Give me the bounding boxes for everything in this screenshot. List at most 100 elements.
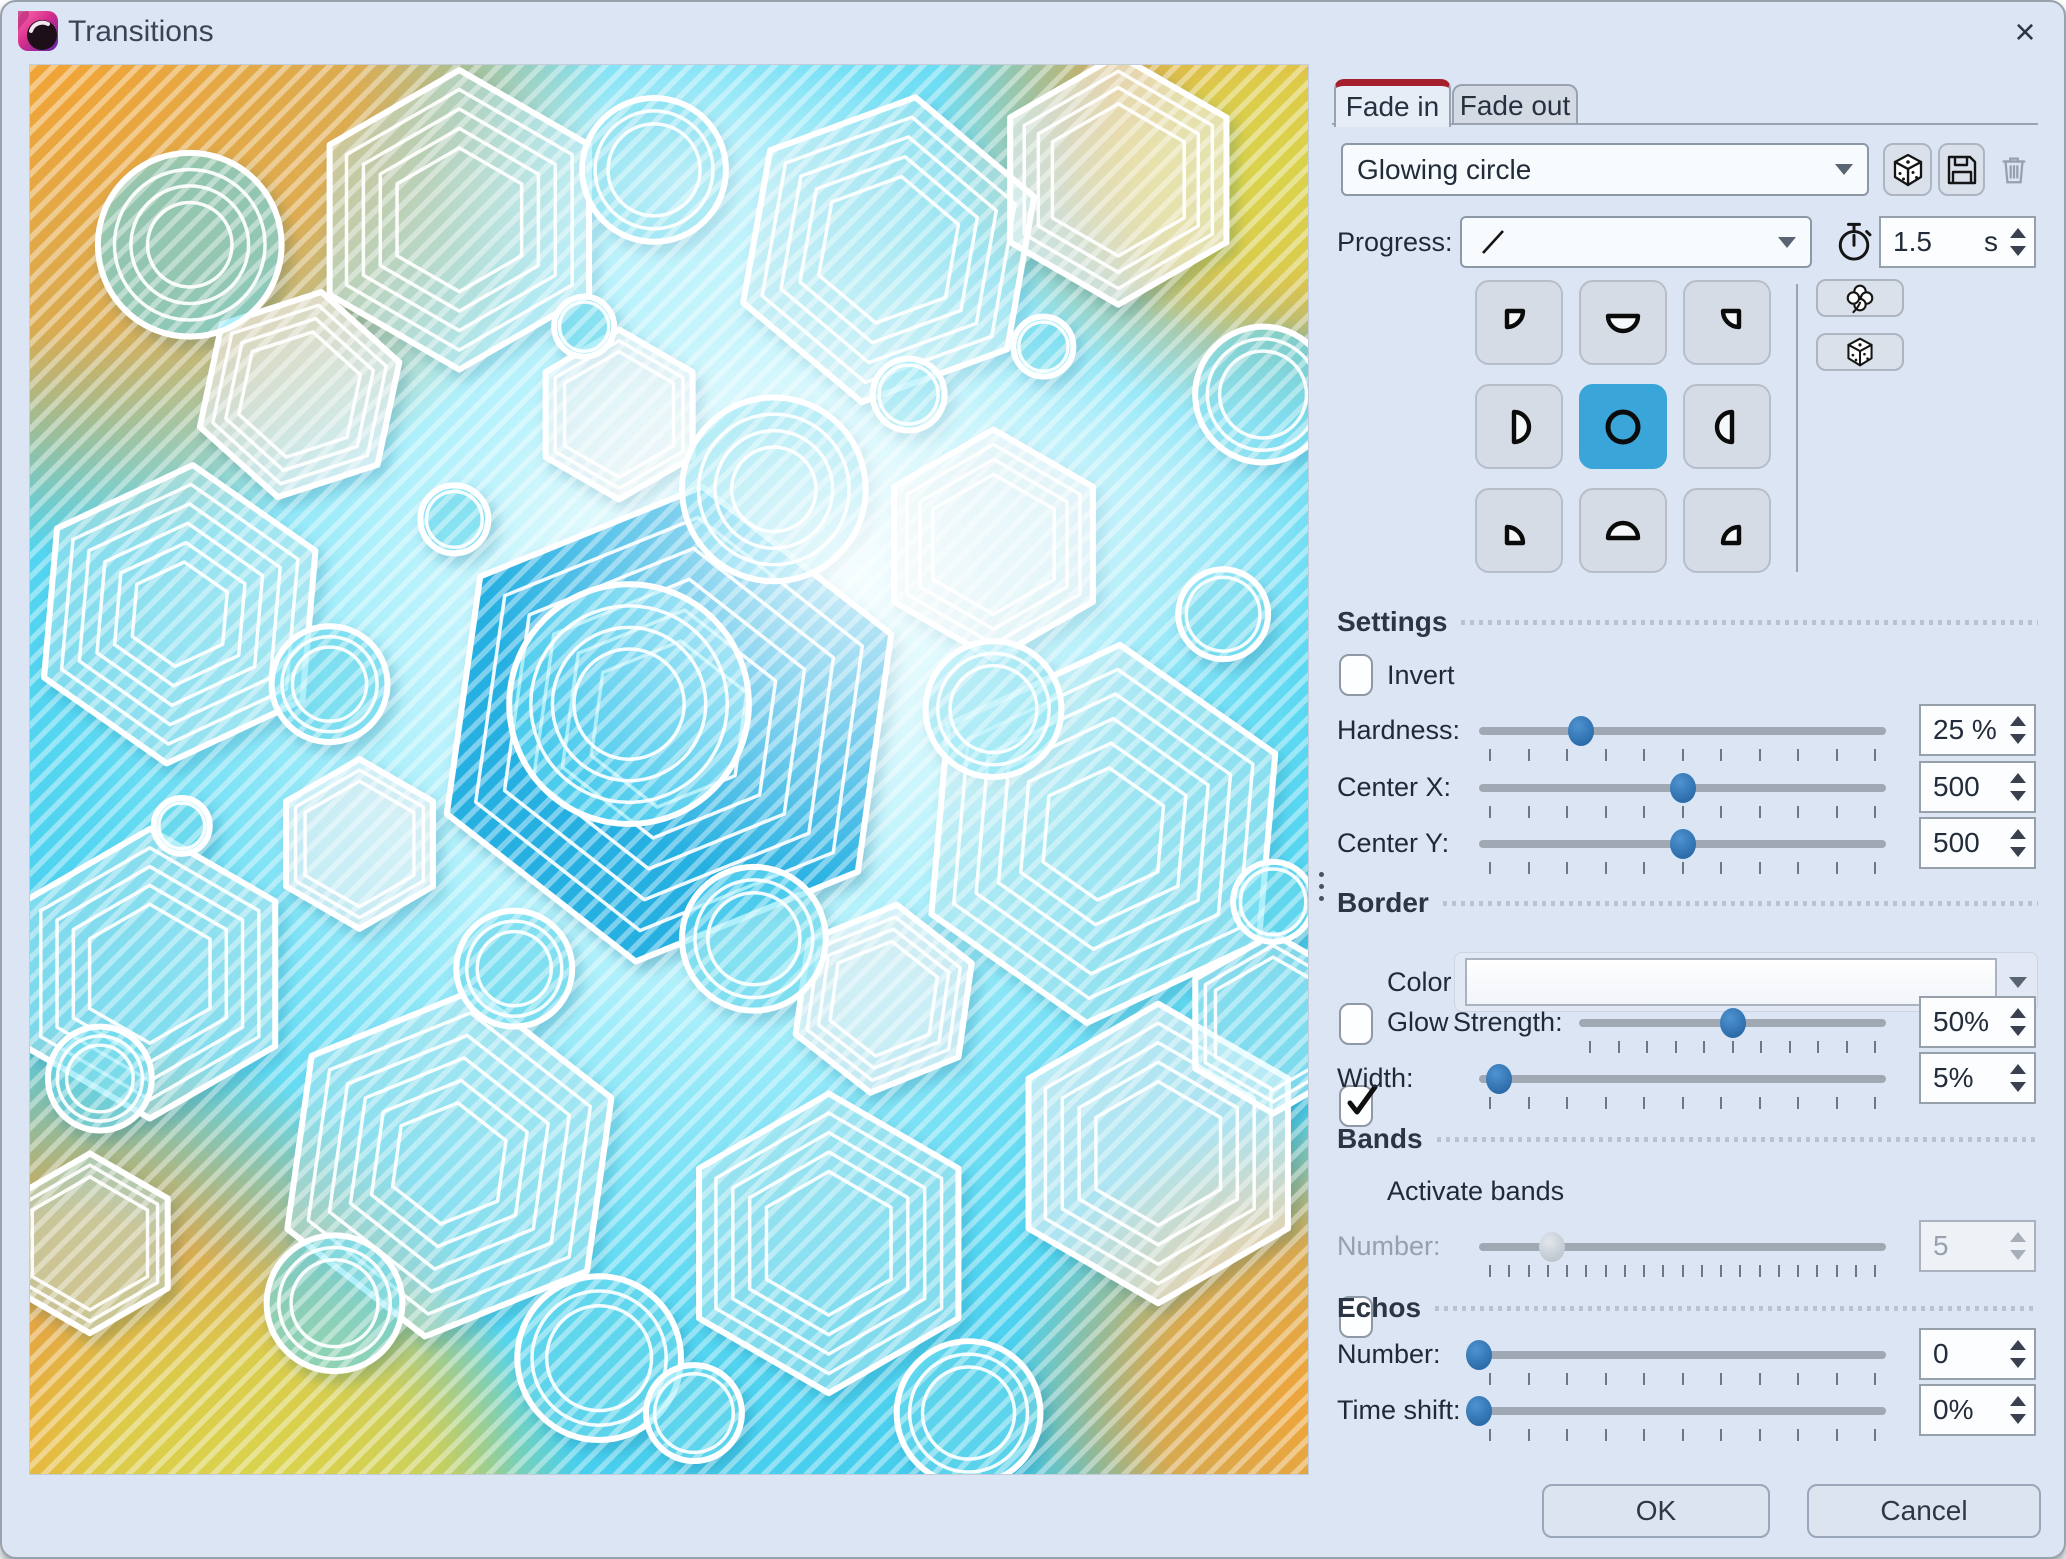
spin-up-icon[interactable]	[2010, 1008, 2026, 1018]
center-y-slider[interactable]	[1479, 829, 1886, 875]
duration-unit: s	[1984, 226, 1998, 257]
center-x-slider[interactable]	[1479, 773, 1886, 819]
preset-dropdown-value: Glowing circle	[1357, 153, 1532, 185]
echos-number-slider[interactable]	[1466, 1340, 1886, 1386]
border-width-value: 5%	[1933, 1062, 1974, 1093]
random-preset-button[interactable]	[1883, 143, 1932, 196]
bands-header: Bands	[1337, 1123, 2038, 1155]
slider-ticks	[1489, 749, 1876, 761]
tab-fade-out[interactable]: Fade out	[1452, 84, 1578, 125]
slider-ticks	[1489, 1265, 1876, 1277]
echos-header: Echos	[1337, 1292, 2038, 1324]
center-x-value: 500	[1933, 771, 1980, 802]
spin-down-icon	[2010, 1250, 2026, 1260]
tab-fade-out-label: Fade out	[1459, 89, 1571, 121]
slider-thumb[interactable]	[1719, 1008, 1746, 1038]
direction-bottom-right-button[interactable]	[1683, 488, 1771, 573]
slider-thumb	[1539, 1232, 1566, 1262]
slider-thumb[interactable]	[1669, 829, 1696, 859]
glow-label: Glow	[1387, 1006, 1449, 1037]
spin-down-icon[interactable]	[2010, 847, 2026, 857]
center-x-spinner[interactable]: 500	[1919, 761, 2036, 813]
echos-number-spinner[interactable]: 0	[1919, 1328, 2036, 1380]
direction-center-button[interactable]	[1579, 384, 1667, 469]
randomize-button[interactable]	[1816, 333, 1904, 371]
invert-checkbox[interactable]	[1339, 654, 1373, 696]
random-all-button[interactable]	[1816, 279, 1904, 317]
dice-icon	[1847, 337, 1873, 367]
slider-track[interactable]	[1479, 1407, 1886, 1415]
hardness-slider[interactable]	[1479, 716, 1886, 762]
spin-down-icon[interactable]	[2010, 246, 2026, 256]
slider-thumb[interactable]	[1669, 773, 1696, 803]
direction-top-left-button[interactable]	[1475, 280, 1563, 365]
duration-value: 1.5	[1893, 226, 1932, 257]
bands-number-value: 5	[1933, 1230, 1949, 1261]
spin-down-icon[interactable]	[2010, 1026, 2026, 1036]
circle-icon	[1605, 409, 1641, 444]
direction-left-button[interactable]	[1475, 384, 1563, 469]
glow-strength-spinner[interactable]: 50%	[1919, 996, 2036, 1048]
invert-label: Invert	[1387, 659, 1455, 690]
duration-spinner[interactable]: 1.5 s	[1879, 216, 2036, 268]
quarter-circle-bottom-right-icon	[1720, 524, 1742, 545]
spin-up-icon[interactable]	[2010, 1064, 2026, 1074]
ok-button[interactable]: OK	[1542, 1484, 1770, 1538]
spin-down-icon[interactable]	[2010, 734, 2026, 744]
spin-up-icon[interactable]	[2010, 829, 2026, 839]
direction-top-right-button[interactable]	[1683, 280, 1771, 365]
chevron-down-icon	[1778, 236, 1796, 248]
spin-up-icon[interactable]	[2010, 716, 2026, 726]
spin-up-icon[interactable]	[2010, 228, 2026, 238]
direction-bottom-button[interactable]	[1579, 488, 1667, 573]
hardness-label: Hardness:	[1337, 714, 1461, 745]
tab-fade-in[interactable]: Fade in	[1334, 79, 1451, 127]
preset-dropdown[interactable]: Glowing circle	[1341, 143, 1869, 196]
border-color-checkbox[interactable]	[1339, 1003, 1373, 1045]
time-shift-spinner[interactable]: 0%	[1919, 1384, 2036, 1436]
slider-thumb[interactable]	[1567, 716, 1594, 746]
center-y-spinner[interactable]: 500	[1919, 817, 2036, 869]
direction-right-button[interactable]	[1683, 384, 1771, 469]
direction-bottom-left-button[interactable]	[1475, 488, 1563, 573]
header-dotted-line	[1442, 900, 2038, 906]
slider-thumb[interactable]	[1486, 1064, 1513, 1094]
slider-ticks	[1489, 1097, 1876, 1109]
delete-preset-button[interactable]	[1990, 143, 2038, 196]
spin-up-icon[interactable]	[2010, 1396, 2026, 1406]
slider-ticks	[1489, 1373, 1876, 1385]
spin-down-icon[interactable]	[2010, 791, 2026, 801]
hardness-value: 25 %	[1933, 714, 1997, 745]
slider-track[interactable]	[1479, 1351, 1886, 1359]
bands-number-label: Number:	[1337, 1230, 1441, 1261]
echos-header-label: Echos	[1337, 1292, 1422, 1323]
slider-thumb[interactable]	[1466, 1396, 1492, 1426]
center-y-label: Center Y:	[1337, 827, 1450, 858]
slider-thumb[interactable]	[1466, 1340, 1492, 1370]
close-button[interactable]: ×	[2000, 10, 2050, 54]
direction-top-button[interactable]	[1579, 280, 1667, 365]
progress-curve-dropdown[interactable]	[1460, 216, 1812, 268]
splitter-handle[interactable]	[1316, 872, 1326, 908]
border-width-slider[interactable]	[1479, 1064, 1886, 1110]
progress-label: Progress:	[1337, 226, 1453, 257]
save-preset-button[interactable]	[1938, 143, 1985, 196]
slider-ticks	[1489, 1429, 1876, 1441]
settings-header-label: Settings	[1337, 606, 1448, 637]
cancel-button[interactable]: Cancel	[1807, 1484, 2041, 1538]
border-width-spinner[interactable]: 5%	[1919, 1052, 2036, 1104]
bands-number-spinner: 5	[1919, 1220, 2036, 1272]
slider-track[interactable]	[1479, 1075, 1886, 1083]
spin-up-icon[interactable]	[2010, 773, 2026, 783]
spin-down-icon[interactable]	[2010, 1414, 2026, 1424]
spin-down-icon[interactable]	[2010, 1082, 2026, 1092]
hardness-spinner[interactable]: 25 %	[1919, 704, 2036, 756]
slider-track[interactable]	[1479, 727, 1886, 735]
half-circle-top-icon	[1605, 313, 1641, 333]
spin-up-icon[interactable]	[2010, 1340, 2026, 1350]
stopwatch-icon	[1838, 222, 1872, 261]
save-icon	[1947, 155, 1976, 184]
time-shift-slider[interactable]	[1466, 1396, 1886, 1442]
spin-down-icon[interactable]	[2010, 1358, 2026, 1368]
glow-strength-slider[interactable]	[1579, 1008, 1886, 1054]
